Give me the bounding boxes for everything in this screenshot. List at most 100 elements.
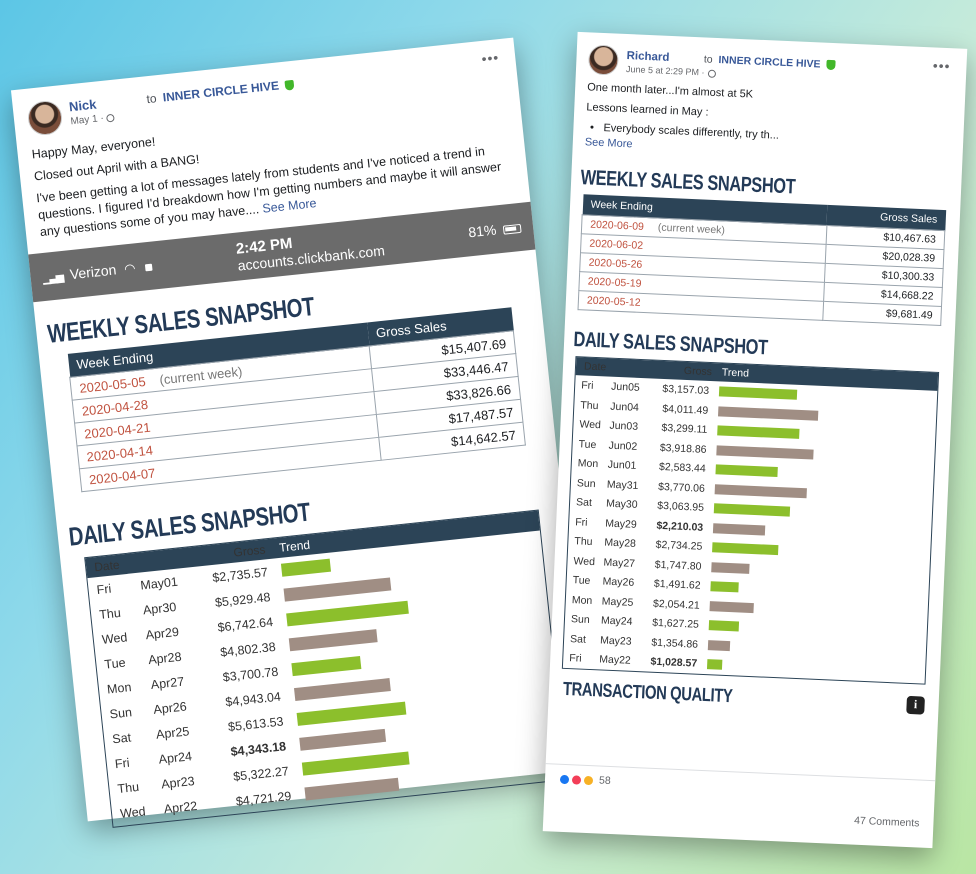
gross-cell: $3,299.11 [661,422,708,437]
globe-icon [106,113,116,123]
post-timestamp[interactable]: June 5 at 2:29 PM · [626,64,705,78]
daily-sales-table: Date Gross Trend Fri May01 $2,735.57 Thu Apr… [84,509,568,829]
gross-cell: $1,028.57 [650,655,698,670]
like-reaction-icon [558,773,571,785]
gross-cell: $3,918.86 [659,441,707,456]
carrier: ▁▃▅ Verizon ◠ [42,258,153,286]
trend-bar [288,629,378,652]
col-trend: Trend [278,538,311,556]
trend-bar [710,581,739,593]
trend-bar [718,405,819,421]
browser-info: 2:42 PM accounts.clickbank.com [235,225,385,274]
day-cell: Wed [101,630,128,647]
col-gross: Gross [683,365,713,379]
day-cell: Wed [119,804,147,821]
see-more-link[interactable]: See More [262,196,317,216]
day-cell: Tue [572,574,591,588]
gross-cell: $2,054.21 [652,597,700,612]
transaction-quality-title: TRANSACTION QUALITY [562,678,733,708]
date-cell: Apr25 [155,724,191,742]
day-cell: Sun [109,705,133,722]
current-week-note: (current week) [657,221,726,237]
wow-reaction-icon [582,774,595,786]
day-cell: Thu [116,779,140,796]
globe-icon [707,69,716,78]
love-reaction-icon [570,773,583,786]
day-cell: Thu [98,605,122,622]
avatar[interactable] [587,44,620,76]
trend-bar [718,386,798,400]
group-prefix: to [145,91,158,107]
date-cell: May26 [602,575,635,589]
day-cell: Fri [580,379,594,393]
daily-sales-table: Date Gross Trend Fri Jun05 $3,157.03 Thu Jun… [561,356,940,685]
date-cell: May30 [605,497,638,512]
gross-cell: $3,063.95 [657,499,705,514]
trend-bar [716,444,814,460]
col-date: Date [93,558,121,575]
date-cell: Jun02 [608,439,638,453]
reaction-count: 58 [598,774,611,788]
day-cell: Mon [571,593,593,607]
day-cell: Sun [570,613,590,627]
daily-table-wrap: Date Gross Trend Fri May01 $2,735.57 Thu Apr… [84,509,568,829]
date-cell: May01 [139,574,179,593]
day-cell: Wed [573,554,596,568]
trend-bar [714,483,807,498]
more-options-icon[interactable]: ••• [932,57,950,74]
day-cell: Sat [575,496,593,510]
date-cell: May23 [599,634,632,648]
gross-cell: $1,354.86 [651,636,699,651]
day-cell: Tue [103,655,127,672]
gross-cell: $1,747.80 [654,558,702,573]
trend-bar [709,600,754,613]
date-cell: May28 [604,536,637,551]
trend-bar [713,503,791,517]
date-cell: Jun05 [610,380,641,395]
date-cell: Apr26 [152,699,188,717]
trend-bar [712,542,779,556]
date-cell: Apr22 [163,798,198,817]
reactions-summary[interactable]: 58 [558,773,921,801]
date-cell: Jun04 [610,400,640,414]
author-name[interactable]: Richard [626,50,669,64]
date-cell: Apr27 [150,674,185,692]
trend-bar [299,729,387,752]
shield-icon [284,79,295,91]
date-cell: Apr30 [142,599,177,618]
col-date: Date [583,360,607,374]
gross-cell: $3,770.06 [657,480,706,495]
right-post-card: ••• Richard to INNER CIRCLE HIVE June 5 … [542,31,968,849]
left-post-card: ••• Nick to INNER CIRCLE HIVE May 1 · Ha… [10,37,591,829]
day-cell: Sun [576,476,596,490]
name-block: Richard to INNER CIRCLE HIVE June 5 at 2… [626,46,836,84]
info-icon[interactable]: i [906,695,925,715]
group-link[interactable]: INNER CIRCLE HIVE [718,54,821,70]
avatar[interactable] [26,99,64,137]
col-trend: Trend [721,366,750,381]
gross-cell: $1,491.62 [653,577,701,592]
post-footer: 58 47 Comments [542,763,936,849]
comments-count[interactable]: 47 Comments [854,815,920,830]
trend-bar [711,561,750,574]
gross-cell: $4,721.29 [235,788,292,809]
trend-bar [717,425,800,440]
gross-cell: $2,583.44 [658,460,706,475]
author-name[interactable]: Nick [68,97,97,115]
post-timestamp[interactable]: May 1 · [70,113,104,128]
signal-icon: ▁▃▅ [42,270,63,285]
date-cell: Apr29 [144,624,180,643]
more-options-icon[interactable]: ••• [481,49,500,67]
group-prefix: to [703,53,713,66]
gross-cell: $2,734.25 [655,538,703,553]
day-cell: Wed [579,418,602,432]
date-cell: May27 [603,556,636,570]
trend-bar [707,639,731,651]
date-cell: Jun01 [607,458,637,472]
trend-bar [715,464,778,478]
day-cell: Tue [578,437,597,451]
trend-bar [708,620,740,632]
date-cell: Apr24 [157,749,193,767]
daily-table-wrap: Date Gross Trend Fri Jun05 $3,157.03 Thu Jun… [561,356,940,685]
gross-cell: $4,011.49 [662,402,709,417]
